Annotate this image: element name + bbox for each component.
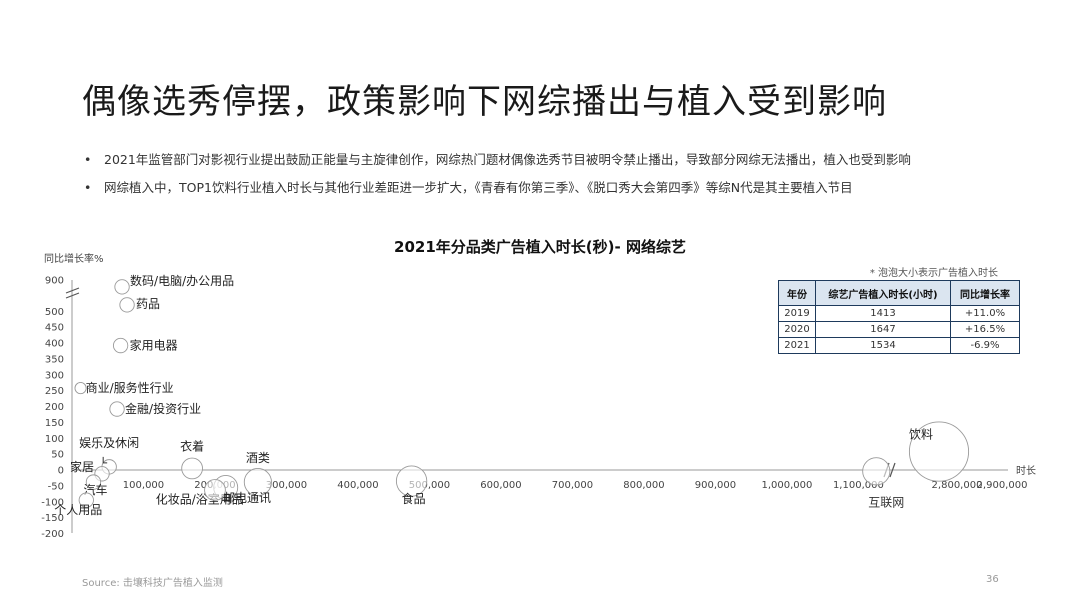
- table-cell-growth: -6.9%: [950, 337, 1020, 354]
- y-tick-label: 900: [45, 276, 64, 287]
- x-tick-label: 1,000,000: [761, 480, 812, 491]
- y-tick-label: 250: [45, 386, 64, 397]
- table-cell-year: 2019: [778, 305, 816, 322]
- bubble-point: [119, 297, 135, 313]
- bubble-label: 互联网: [868, 495, 904, 509]
- x-tick-label: 400,000: [337, 480, 378, 491]
- table-cell-growth: +11.0%: [950, 305, 1020, 322]
- y-axis-title: 同比增长率%: [44, 252, 104, 265]
- table-row: 2019 1413 +11.0%: [778, 305, 1020, 322]
- y-tick-label: 0: [58, 466, 64, 477]
- table-header: 综艺广告植入时长(小时): [815, 280, 951, 306]
- yoy-table: 年份 综艺广告植入时长(小时) 同比增长率 2019 1413 +11.0% 2…: [778, 280, 1020, 354]
- bubble-label: 娱乐及休闲: [79, 436, 139, 450]
- bubble-label: 个人用品: [54, 503, 102, 517]
- x-tick-label: 300,000: [266, 480, 307, 491]
- bubble-label: 邮电通讯: [223, 491, 271, 505]
- page-number: 36: [986, 574, 999, 585]
- source-footer: Source: 击壤科技广告植入监测: [82, 578, 223, 589]
- bubble-label: 家用电器: [130, 338, 178, 353]
- x-tick-label: 800,000: [623, 480, 664, 491]
- bubble-label: 食品: [402, 491, 426, 506]
- bubble-label: 药品: [136, 297, 160, 311]
- table-cell-year: 2020: [778, 321, 816, 338]
- table-cell-year: 2021: [778, 337, 816, 354]
- x-tick-label: 600,000: [480, 480, 521, 491]
- y-tick-label: 50: [51, 450, 64, 461]
- x-axis-title: 时长: [1016, 465, 1036, 477]
- table-header: 同比增长率: [950, 280, 1020, 306]
- bubble-label: 饮料: [909, 428, 933, 442]
- x-tick-label: 700,000: [552, 480, 593, 491]
- table-header-row: 年份 综艺广告植入时长(小时) 同比增长率: [778, 280, 1020, 306]
- y-tick-label: -50: [48, 481, 64, 492]
- table-row: 2021 1534 -6.9%: [778, 337, 1020, 354]
- table-cell-growth: +16.5%: [950, 321, 1020, 338]
- bubble-point: [109, 401, 125, 417]
- bubble-point: [114, 279, 130, 295]
- table-cell-hours: 1413: [815, 305, 951, 322]
- bubble-point: [74, 382, 87, 395]
- bubble-point: [862, 457, 891, 486]
- x-tick-label: 2,900,000: [977, 480, 1028, 491]
- bubble-label: 家居: [70, 459, 94, 474]
- y-tick-label: 500: [45, 307, 64, 318]
- bubble-label: 酒类: [246, 451, 270, 465]
- y-tick-label: -200: [41, 529, 64, 540]
- table-cell-hours: 1534: [815, 337, 951, 354]
- bubble-label: 金融/投资行业: [125, 401, 201, 416]
- y-tick-label: 450: [45, 323, 64, 334]
- x-tick-label: 900,000: [695, 480, 736, 491]
- bubble-label: 商业/服务性行业: [86, 380, 174, 395]
- bubble-point: [181, 457, 203, 480]
- x-tick-label: 2,800,000: [932, 480, 983, 491]
- x-tick-label: 100,000: [123, 480, 164, 491]
- bubble-size-note: * 泡泡大小表示广告植入时长: [869, 268, 998, 279]
- bubble-point: [112, 337, 129, 354]
- y-tick-label: 150: [45, 418, 64, 429]
- table-header: 年份: [778, 280, 816, 306]
- table-cell-hours: 1647: [815, 321, 951, 338]
- bubble-label: 衣着: [180, 438, 204, 453]
- y-tick-label: 300: [45, 370, 64, 381]
- y-tick-label: 200: [45, 402, 64, 413]
- y-tick-label: 100: [45, 434, 64, 445]
- y-tick-label: 350: [45, 354, 64, 365]
- bubble-label: 数码/电脑/办公用品: [130, 273, 234, 288]
- y-tick-label: 400: [45, 339, 64, 350]
- table-row: 2020 1647 +16.5%: [778, 321, 1020, 338]
